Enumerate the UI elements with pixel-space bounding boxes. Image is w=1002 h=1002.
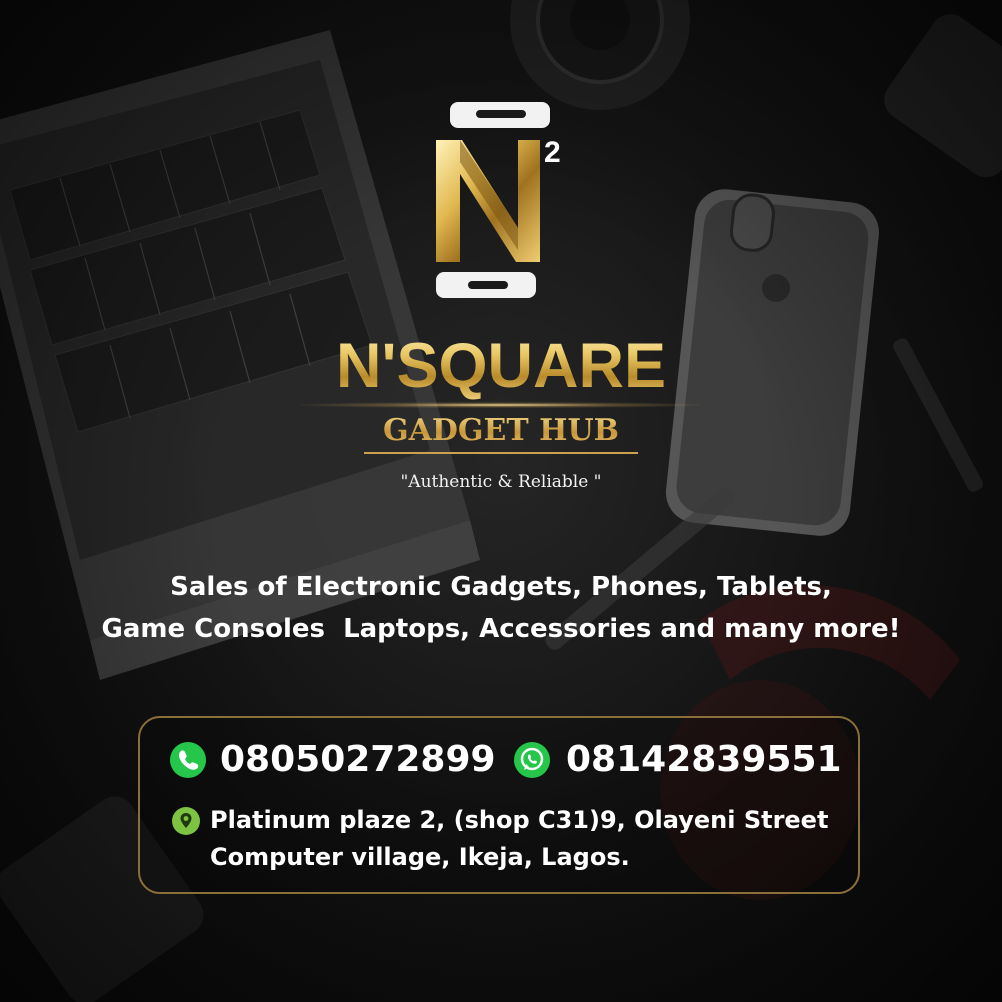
phone-number[interactable]: 08050272899 <box>220 738 496 782</box>
camera-image <box>510 0 690 110</box>
location-pin-icon <box>172 807 200 835</box>
device-image <box>884 14 1002 178</box>
services-line-1: Sales of Electronic Gadgets, Phones, Tab… <box>170 572 832 602</box>
services-description: Sales of Electronic Gadgets, Phones, Tab… <box>0 566 1002 650</box>
address-line-1: Platinum plaze 2, (shop C31)9, Olayeni S… <box>210 806 829 834</box>
phone-icon <box>170 742 206 778</box>
subtitle-underline <box>364 452 638 454</box>
address-line-2: Computer village, Ikeja, Lagos. <box>210 843 630 871</box>
address: Platinum plaze 2, (shop C31)9, Olayeni S… <box>210 802 828 876</box>
brand-name: N'SQUARE <box>0 330 1002 402</box>
whatsapp-number[interactable]: 08142839551 <box>566 738 842 782</box>
flyer: 2 N'SQUARE GADGET HUB "Authentic & Relia… <box>0 0 1002 1002</box>
brand-subtitle: GADGET HUB <box>0 413 1002 448</box>
whatsapp-icon <box>514 742 550 778</box>
n-square-logo: 2 <box>436 102 561 298</box>
phone-row: 08050272899 08142839551 <box>170 738 850 782</box>
services-line-2: Game Consoles Laptops, Accessories and m… <box>101 614 901 644</box>
logo-superscript: 2 <box>544 136 561 169</box>
brand-divider-glow <box>300 402 700 408</box>
tagline: "Authentic & Reliable " <box>400 472 602 492</box>
